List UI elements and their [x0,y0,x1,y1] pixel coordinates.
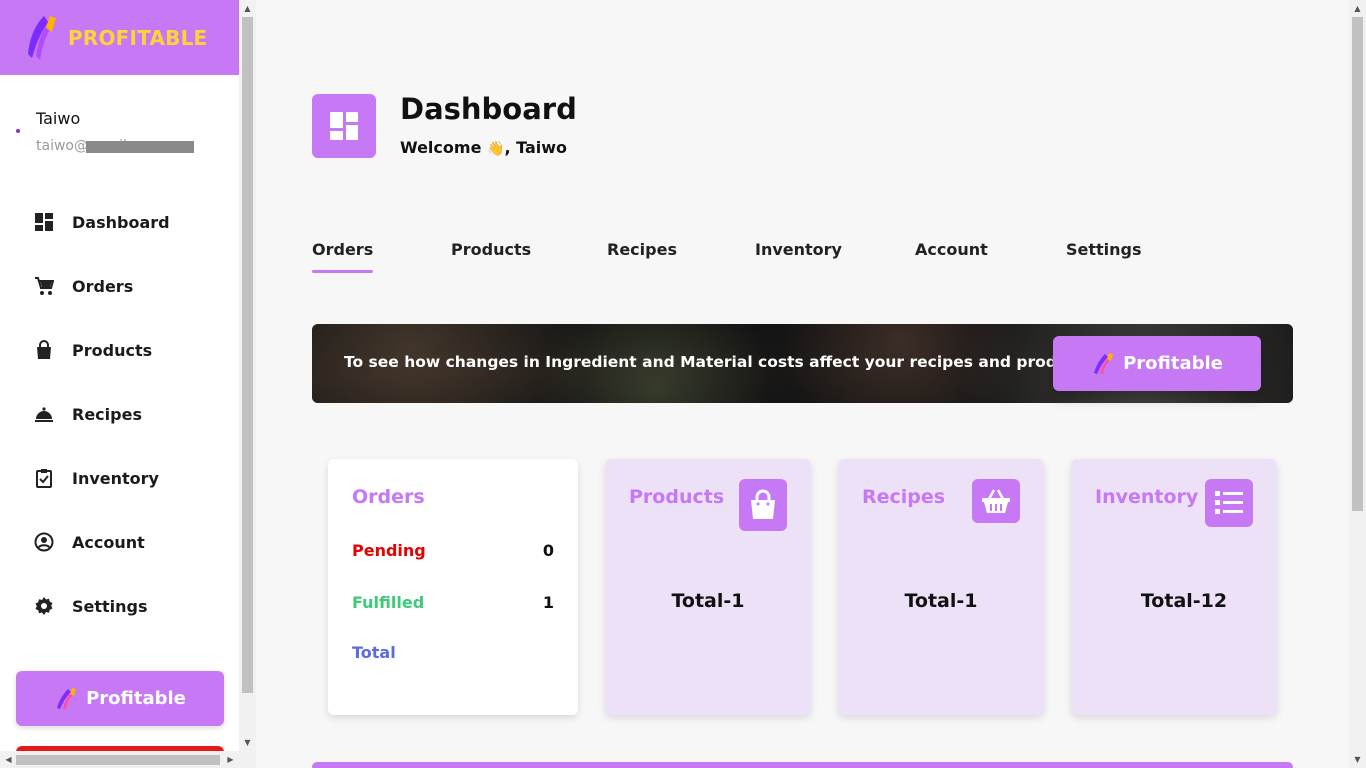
sidebar-item-label: Dashboard [72,212,170,232]
total-row: Total [352,643,554,662]
brand-header[interactable]: PROFITABLE [0,0,239,75]
sidebar-scrollbar-thumb[interactable] [242,17,253,693]
sidebar-scroll-right-icon[interactable]: ▶ [222,751,239,768]
welcome-suffix: , Taiwo [504,138,567,157]
sidebar-scroll-down-icon[interactable]: ▼ [239,734,256,751]
email-redaction [86,141,194,153]
cart-icon [34,276,54,296]
dashboard-icon [34,212,54,232]
shopping-bag-icon [739,479,787,531]
sidebar-item-orders[interactable]: Orders [0,254,239,318]
recipes-card[interactable]: Recipes Total-1 [838,459,1044,715]
profitable-logo-icon [57,687,77,709]
sidebar-item-account[interactable]: Account [0,510,239,574]
inventory-total: Total-12 [1140,590,1228,612]
tab-orders[interactable]: Orders [312,240,374,273]
sidebar-item-label: Settings [72,596,148,616]
card-title: Products [629,486,725,508]
list-icon [1205,479,1253,527]
sidebar-item-dashboard[interactable]: Dashboard [0,190,239,254]
banner-text: To see how changes in Ingredient and Mat… [344,353,1100,371]
sidebar-item-settings[interactable]: Settings [0,574,239,638]
sidebar-item-inventory[interactable]: Inventory [0,446,239,510]
main-content: Dashboard Welcome 👋, Taiwo Orders Produc… [256,0,1349,768]
bottom-section-edge [312,762,1293,768]
clipboard-check-icon [34,468,54,488]
banner-button-label: Profitable [1123,353,1223,374]
wave-emoji-icon: 👋 [487,141,505,157]
sidebar-scroll-up-icon[interactable]: ▲ [239,0,256,17]
sidebar-scroll-left-icon[interactable]: ◀ [0,751,17,768]
tab-account[interactable]: Account [915,240,988,259]
brand-name: PROFITABLE [68,25,208,50]
products-total: Total-1 [671,590,745,612]
sidebar-item-label: Products [72,340,153,360]
sidebar-hscrollbar-thumb[interactable] [16,755,220,765]
tab-settings[interactable]: Settings [1066,240,1142,259]
sidebar-item-label: Orders [72,276,134,296]
main-scrollbar-thumb[interactable] [1352,17,1363,511]
products-card[interactable]: Products Total-1 [605,459,811,715]
account-circle-icon [34,532,54,552]
banner-profitable-button[interactable]: Profitable [1053,336,1261,391]
fulfilled-row: Fulfilled 1 [352,593,554,612]
recipes-total: Total-1 [904,590,978,612]
brand-logo-icon [28,15,56,60]
pending-row: Pending 0 [352,541,554,560]
tab-inventory[interactable]: Inventory [755,240,842,259]
main-scroll-up-icon[interactable]: ▲ [1349,0,1366,17]
user-email: taiwo@gmail.com [36,138,239,154]
inventory-card[interactable]: Inventory Total-12 [1071,459,1277,715]
sidebar-profitable-label: Profitable [86,688,186,709]
sidebar-profitable-button[interactable]: Profitable [16,671,224,726]
online-indicator [16,129,20,133]
sidebar-item-label: Recipes [72,404,142,424]
page-title: Dashboard [400,92,577,126]
total-label: Total [352,643,396,662]
pending-value: 0 [542,541,554,560]
card-title: Recipes [862,486,946,508]
gear-icon [34,596,54,616]
pending-label: Pending [352,541,426,560]
sidebar-item-label: Inventory [72,468,159,488]
tab-products[interactable]: Products [451,240,531,259]
cloche-icon [34,404,54,424]
sidebar-item-products[interactable]: Products [0,318,239,382]
fulfilled-label: Fulfilled [352,593,425,612]
sidebar-nav: Dashboard Orders Products Recipes Invent… [0,190,239,638]
card-title: Inventory [1095,486,1199,508]
bag-icon [34,340,54,360]
fulfilled-value: 1 [542,593,554,612]
main-scroll-down-icon[interactable]: ▼ [1349,751,1366,768]
welcome-prefix: Welcome [400,138,482,157]
user-name: Taiwo [36,109,81,128]
orders-card[interactable]: Orders Pending 0 Fulfilled 1 Total [328,459,578,715]
sidebar-item-label: Account [72,532,145,552]
user-profile: Taiwo taiwo@gmail.com [0,75,239,154]
sidebar: PROFITABLE Taiwo taiwo@gmail.com Dashboa… [0,0,239,768]
card-title: Orders [352,486,425,508]
tab-recipes[interactable]: Recipes [607,240,677,259]
profitable-logo-icon [1094,352,1114,374]
sidebar-item-recipes[interactable]: Recipes [0,382,239,446]
dashboard-header-icon [312,94,376,158]
welcome-message: Welcome 👋, Taiwo [400,138,567,157]
basket-icon [972,479,1020,523]
